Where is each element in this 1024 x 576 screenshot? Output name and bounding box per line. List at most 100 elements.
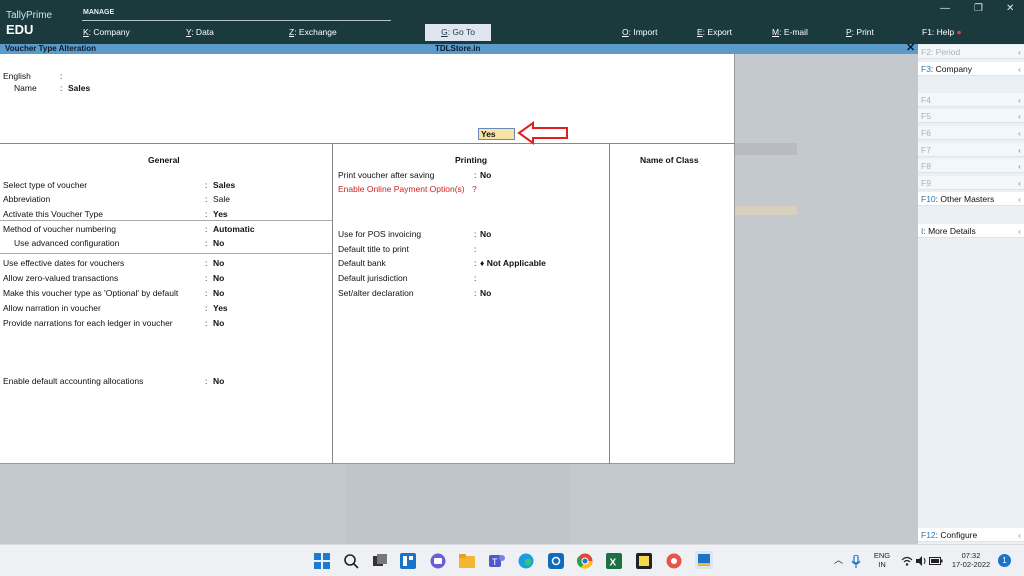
excel-icon[interactable]: X — [606, 553, 622, 569]
taskbar: T X ︿ ENG IN 07:32 17-02-2022 1 — [0, 544, 1024, 576]
minimize-icon[interactable]: — — [940, 3, 950, 14]
sidebar-item-f5[interactable]: F5 ‹ — [918, 109, 1024, 123]
general-row-label: Abbreviation — [3, 194, 51, 204]
general-row-label: Method of voucher numbering — [3, 224, 116, 234]
printing-row-sep: : — [474, 273, 477, 283]
background-highlight — [735, 206, 797, 215]
clock[interactable]: 07:32 17-02-2022 — [946, 551, 996, 569]
general-row-value[interactable]: Automatic — [213, 224, 255, 234]
printing-row-value[interactable]: No — [480, 288, 491, 298]
sidebar-item-f9[interactable]: F9 ‹ — [918, 176, 1024, 190]
sticky-notes-icon[interactable] — [636, 553, 652, 569]
general-row-value[interactable]: No — [213, 258, 224, 268]
printing-row-sep: : — [474, 288, 477, 298]
general-row-value[interactable]: No — [213, 376, 224, 386]
chevron-left-icon: ‹ — [1018, 530, 1021, 540]
menu-data[interactable]: Y: Data — [186, 27, 214, 37]
general-row-value[interactable]: Yes — [213, 209, 228, 219]
general-row-sep: : — [205, 258, 208, 268]
menu-email[interactable]: M: E-mail — [772, 27, 808, 37]
printing-row-sep: : — [474, 229, 477, 239]
english-colon: : — [60, 71, 63, 81]
restore-icon[interactable]: ❐ — [974, 3, 983, 14]
sidebar-item-f8[interactable]: F8 ‹ — [918, 159, 1024, 173]
background-area-lower — [346, 464, 570, 544]
general-row-value[interactable]: No — [213, 273, 224, 283]
start-icon[interactable] — [314, 553, 330, 569]
online-payment-field[interactable]: Yes — [478, 128, 515, 140]
name-colon: : — [60, 83, 63, 93]
general-row-label: Activate this Voucher Type — [3, 209, 104, 219]
notification-badge[interactable]: 1 — [998, 554, 1011, 567]
close-app-icon[interactable]: ✕ — [1006, 3, 1014, 14]
microphone-icon[interactable] — [851, 555, 861, 568]
general-row-sep: : — [205, 224, 208, 234]
online-payment-label: Enable Online Payment Option(s) — [338, 184, 465, 194]
printing-section-title: Printing — [455, 155, 488, 165]
general-row-value[interactable]: No — [213, 238, 224, 248]
sidebar-item-f7[interactable]: F7 ‹ — [918, 143, 1024, 157]
chat-icon[interactable] — [430, 553, 446, 569]
printing-row-value[interactable]: No — [480, 170, 491, 180]
top-menu-bar: TallyPrime EDU MANAGE K: Company Y: Data… — [0, 0, 1024, 44]
sidebar-item-configure[interactable]: F12: Configure ‹ — [918, 528, 1024, 542]
general-row-value[interactable]: Sales — [213, 180, 235, 190]
general-row-label: Make this voucher type as 'Optional' by … — [3, 288, 179, 298]
chevron-left-icon: ‹ — [1018, 178, 1021, 188]
menu-help[interactable]: F1: Help ● — [922, 27, 962, 37]
sidebar-item-other-masters[interactable]: F10: Other Masters ‹ — [918, 192, 1024, 206]
printing-row-label: Default bank — [338, 258, 386, 268]
printing-row-label: Set/alter declaration — [338, 288, 414, 298]
menu-print[interactable]: P: Print — [846, 27, 874, 37]
general-row-label: Allow narration in voucher — [3, 303, 101, 313]
background-header — [735, 143, 797, 155]
general-row-label: Provide narrations for each ledger in vo… — [3, 318, 173, 328]
printing-row-label: Use for POS invoicing — [338, 229, 422, 239]
store-icon[interactable] — [548, 553, 564, 569]
task-view-icon[interactable] — [372, 553, 388, 569]
brand-name: TallyPrime — [6, 10, 53, 21]
printing-row-sep: : — [474, 170, 477, 180]
general-row-value[interactable]: No — [213, 318, 224, 328]
sidebar-item-f4[interactable]: F4 ‹ — [918, 93, 1024, 107]
close-icon[interactable]: ✕ — [906, 43, 915, 54]
name-field[interactable]: Sales — [68, 83, 90, 93]
chevron-left-icon: ‹ — [1018, 226, 1021, 236]
printing-row-label: Print voucher after saving — [338, 170, 435, 180]
general-row-value[interactable]: Yes — [213, 303, 228, 313]
background-area-right — [570, 464, 735, 544]
sidebar-item-more-details[interactable]: I: More Details ‹ — [918, 224, 1024, 238]
speaker-icon[interactable] — [915, 555, 927, 567]
edge-icon[interactable] — [518, 553, 534, 569]
sidebar-item-company[interactable]: F3: Company ‹ — [918, 62, 1024, 76]
general-row-value[interactable]: Sale — [213, 194, 230, 204]
menu-export[interactable]: E: Export — [697, 27, 732, 37]
search-icon[interactable] — [343, 553, 359, 569]
online-payment-sep: ? — [472, 184, 477, 194]
tallyprime-icon[interactable] — [695, 551, 713, 569]
voucher-type-form: English : Name : Sales General Select ty… — [0, 54, 735, 464]
menu-exchange[interactable]: Z: Exchange — [289, 27, 337, 37]
chrome-icon[interactable] — [577, 553, 593, 569]
teams-icon[interactable]: T — [489, 553, 505, 569]
sidebar-item-period[interactable]: F2: Period ‹ — [918, 45, 1024, 59]
widgets-icon[interactable] — [400, 553, 416, 569]
button-bar: F2: Period ‹ F3: Company ‹ F4 ‹ F5 ‹ F6 ‹ F7 ‹… — [918, 44, 1024, 544]
printing-row-value[interactable]: No — [480, 229, 491, 239]
wifi-icon[interactable] — [901, 555, 913, 567]
chevron-up-icon[interactable]: ︿ — [834, 556, 843, 565]
printing-row-value[interactable]: ♦ Not Applicable — [480, 258, 546, 268]
menu-goto[interactable]: G: Go To — [425, 24, 491, 41]
general-row-value[interactable]: No — [213, 288, 224, 298]
menu-company[interactable]: K: Company — [83, 27, 130, 37]
battery-icon[interactable] — [929, 556, 943, 566]
menu-import[interactable]: O: Import — [622, 27, 657, 37]
sidebar-item-f6[interactable]: F6 ‹ — [918, 126, 1024, 140]
chevron-left-icon: ‹ — [1018, 194, 1021, 204]
file-explorer-icon[interactable] — [459, 553, 475, 569]
brand-edition: EDU — [6, 22, 34, 37]
language-indicator[interactable]: ENG IN — [870, 551, 894, 569]
chevron-left-icon: ‹ — [1018, 161, 1021, 171]
company-name: TDLStore.in — [435, 44, 481, 53]
snipping-tool-icon[interactable] — [666, 553, 682, 569]
